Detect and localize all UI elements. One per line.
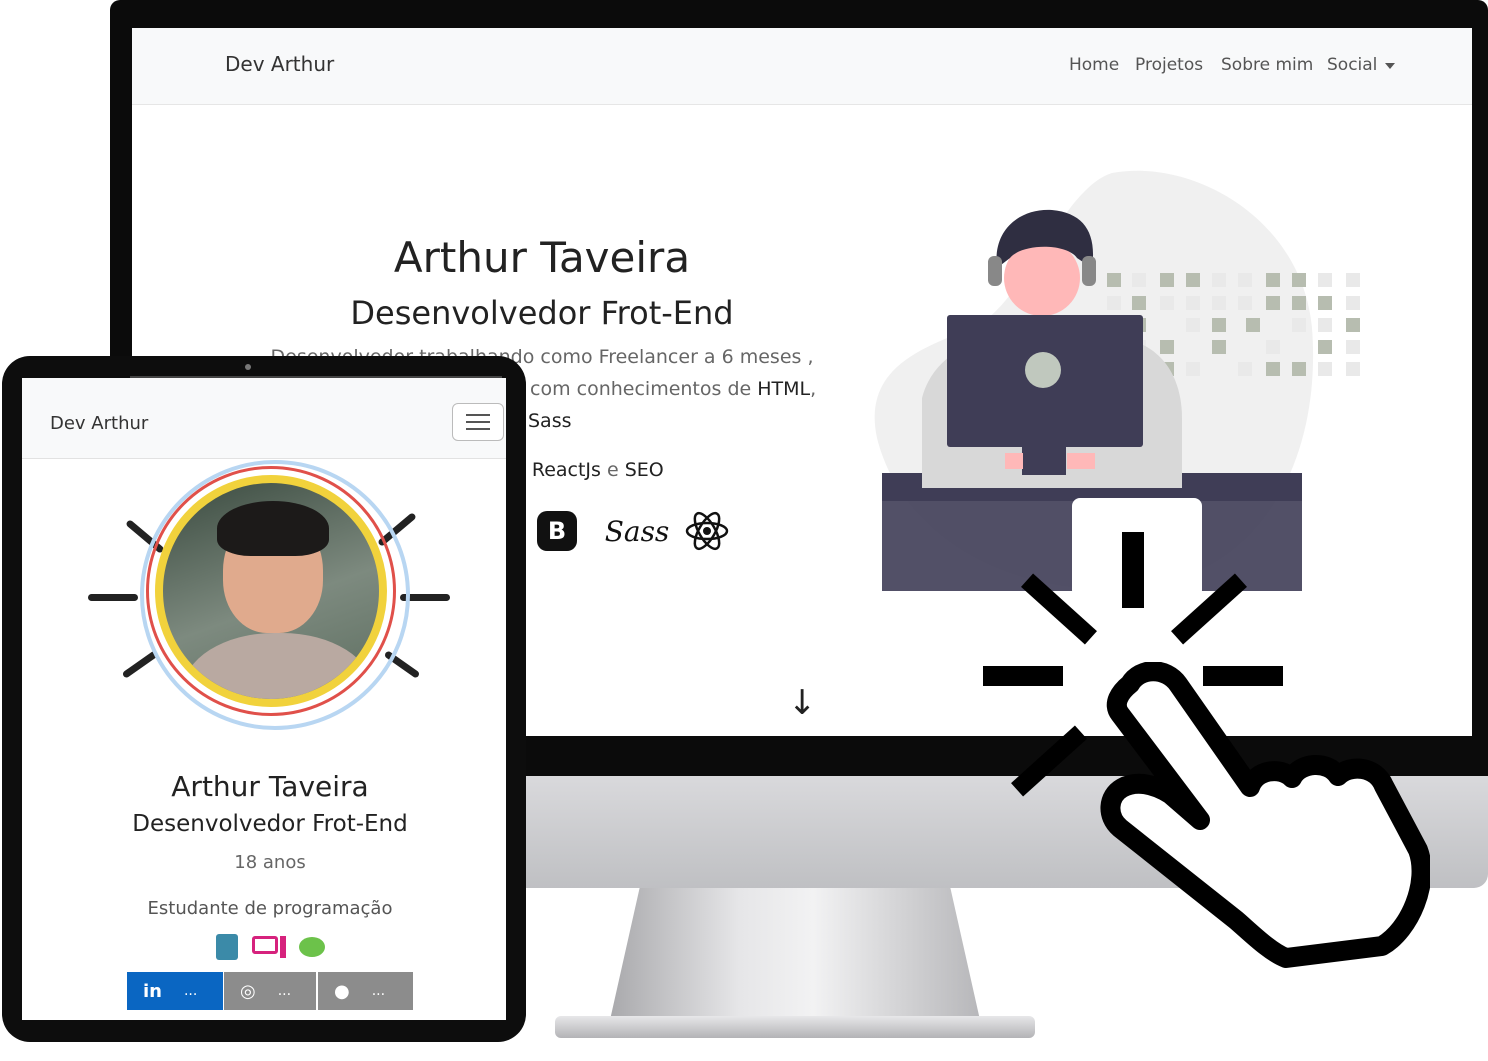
desktop-monitor-foot [555,1016,1035,1038]
github-button[interactable]: ●... [318,972,413,1010]
computer-tower-part [280,936,286,958]
nav-home[interactable]: Home [1069,55,1119,75]
profile-occupation: Estudante de programação [147,898,393,919]
hero-desc-line2: com conhecimentos de HTML, [530,378,817,400]
decoration-ray [88,594,138,601]
github-label: ... [371,983,386,999]
instagram-label: ... [277,983,292,999]
hero-name: Arthur Taveira [393,233,691,282]
tablet-screen: Dev Arthur Arthur Taveira Desenvolvedor … [22,378,506,1020]
desktop-navbar: Dev Arthur Home Projetos Sobre mim Socia… [132,28,1472,105]
sass-icon: Sass [604,514,670,548]
profile-role: Desenvolvedor Frot-End [132,811,408,837]
profile-age: 18 anos [234,852,306,873]
instagram-icon: ◎ [240,980,256,1002]
avatar [155,475,387,707]
food-icon [299,937,325,957]
linkedin-button[interactable]: in... [127,972,223,1010]
desktop-monitor-stand [610,888,980,1020]
hero-desc-line3: Sass [528,410,572,432]
desktop-brand[interactable]: Dev Arthur [225,52,334,76]
hamburger-menu-icon[interactable] [452,403,504,441]
linkedin-label: ... [183,983,198,999]
linkedin-icon: in [143,980,162,1002]
tablet-navbar: Dev Arthur [22,378,506,459]
click-burst-line [983,666,1063,686]
hero-learning: ): ReactJs e SEO [512,459,664,481]
book-icon [216,934,238,960]
profile-name: Arthur Taveira [171,770,369,803]
avatar-body [183,633,373,699]
tablet-camera [245,364,251,370]
nav-social-dropdown[interactable]: Social [1327,55,1377,75]
computer-icon [252,936,278,954]
avatar-hair [217,501,329,556]
nav-sobre-mim[interactable]: Sobre mim [1221,55,1313,75]
pointing-hand-icon [1100,662,1430,968]
scroll-down-arrow-icon[interactable]: ↓ [788,683,817,723]
instagram-button[interactable]: ◎... [224,972,316,1010]
chevron-down-icon[interactable] [1385,63,1395,69]
nav-projetos[interactable]: Projetos [1135,55,1203,75]
click-burst-line [1122,532,1144,608]
tablet-brand[interactable]: Dev Arthur [50,413,148,434]
react-icon [684,508,730,554]
bootstrap-icon: B [534,508,580,554]
hero-role: Desenvolvedor Frot-End [350,294,734,332]
github-icon: ● [334,980,350,1002]
